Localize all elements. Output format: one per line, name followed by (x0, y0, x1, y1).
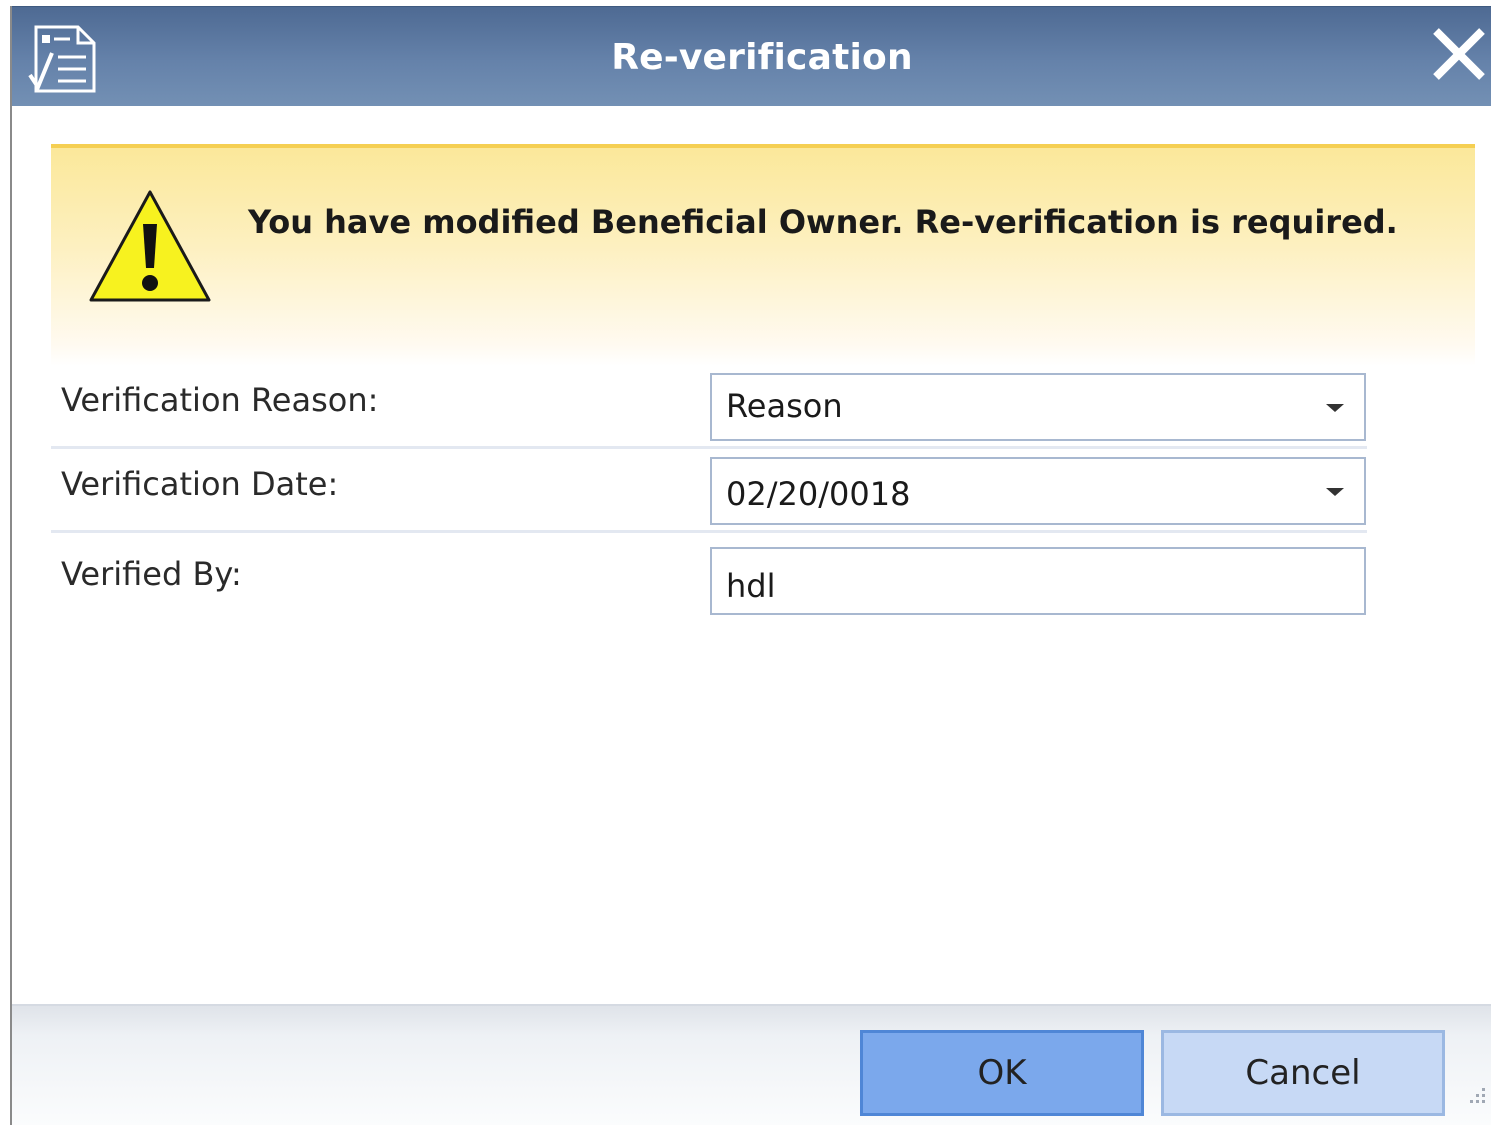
verification-date-label: Verification Date: (61, 465, 339, 503)
ok-button[interactable]: OK (860, 1030, 1144, 1116)
warning-banner: You have modified Beneficial Owner. Re-v… (51, 144, 1475, 366)
verified-by-label: Verified By: (61, 555, 242, 593)
verified-by-input[interactable]: hdl (710, 547, 1366, 615)
cancel-button[interactable]: Cancel (1161, 1030, 1445, 1116)
dialog-title: Re-verification (611, 37, 913, 78)
warning-message: You have modified Beneficial Owner. Re-v… (248, 203, 1398, 241)
resize-grip-icon[interactable] (1464, 1082, 1488, 1106)
verification-date-row: Verification Date: 02/20/0018 (51, 449, 1475, 533)
close-icon[interactable] (1426, 21, 1491, 87)
re-verification-dialog: Re-verification You have modified Benefi… (10, 6, 1491, 1125)
verification-reason-value: Reason (726, 387, 843, 425)
verified-by-value: hdl (726, 567, 776, 605)
verified-by-row: Verified By: hdl (51, 539, 1475, 623)
verification-reason-row: Verification Reason: Reason (51, 365, 1475, 449)
dialog-footer: OK Cancel (12, 1004, 1491, 1125)
warning-triangle-icon (87, 188, 213, 306)
dialog-titlebar[interactable]: Re-verification (12, 6, 1491, 106)
verification-reason-label: Verification Reason: (61, 381, 379, 419)
verification-date-value: 02/20/0018 (726, 475, 911, 513)
chevron-down-icon[interactable] (1326, 488, 1344, 496)
verification-reason-dropdown[interactable]: Reason (710, 373, 1366, 441)
row-divider (51, 530, 1367, 533)
verification-date-picker[interactable]: 02/20/0018 (710, 457, 1366, 525)
chevron-down-icon[interactable] (1326, 404, 1344, 412)
